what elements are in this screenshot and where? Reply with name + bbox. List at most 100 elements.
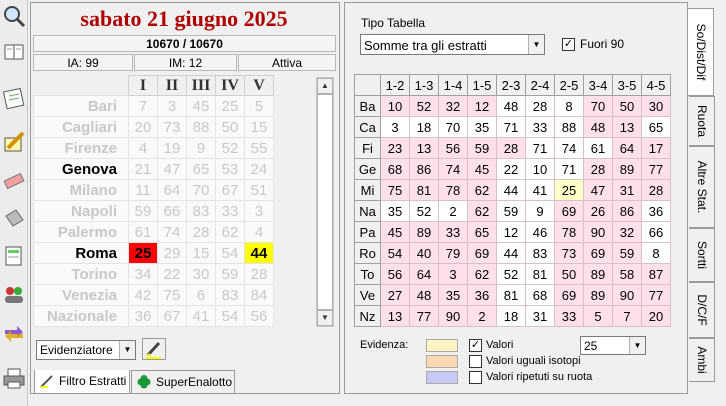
matrix-cell[interactable]: 65	[467, 221, 497, 243]
matrix-cell[interactable]: 48	[496, 95, 526, 117]
matrix-cell[interactable]: 78	[554, 221, 584, 243]
eraser-icon[interactable]	[2, 168, 26, 192]
estratto-cell[interactable]: 25	[215, 95, 245, 117]
tab-superenalotto[interactable]: SuperEnalotto	[131, 370, 235, 394]
estratto-cell-highlighted[interactable]: 44	[244, 242, 274, 264]
estratto-cell[interactable]: 4	[128, 137, 158, 159]
estratto-cell[interactable]: 61	[128, 221, 158, 243]
matrix-cell[interactable]: 89	[409, 221, 439, 243]
matrix-cell[interactable]: 26	[583, 200, 613, 222]
estratto-cell[interactable]: 75	[157, 284, 187, 306]
matrix-cell[interactable]: 59	[612, 242, 642, 264]
vertical-scrollbar[interactable]: ▲ ▼	[316, 77, 334, 327]
estratto-cell[interactable]: 52	[215, 137, 245, 159]
estratto-cell[interactable]: 88	[186, 116, 216, 138]
matrix-cell[interactable]: 69	[554, 284, 584, 306]
tab-sortti[interactable]: Sortti	[689, 228, 715, 282]
matrix-cell[interactable]: 64	[612, 137, 642, 159]
isotopi-color-swatch[interactable]	[426, 355, 458, 368]
estratto-cell[interactable]: 56	[244, 305, 274, 327]
matrix-cell[interactable]: 28	[496, 137, 526, 159]
estratto-cell[interactable]: 51	[244, 179, 274, 201]
estratto-cell[interactable]: 20	[128, 116, 158, 138]
matrix-cell[interactable]: 13	[380, 305, 410, 327]
document-icon[interactable]	[2, 244, 26, 268]
matrix-cell[interactable]: 17	[641, 137, 671, 159]
estratto-cell[interactable]: 64	[157, 179, 187, 201]
estratto-cell[interactable]: 5	[244, 95, 274, 117]
estratto-cell[interactable]: 83	[215, 284, 245, 306]
matrix-cell[interactable]: 28	[583, 158, 613, 180]
matrix-cell[interactable]: 31	[525, 305, 555, 327]
matrix-cell[interactable]: 10	[525, 158, 555, 180]
matrix-cell[interactable]: 27	[380, 284, 410, 306]
matrix-cell[interactable]: 59	[467, 137, 497, 159]
tab-filtro-estratti[interactable]: Filtro Estratti	[34, 370, 130, 394]
matrix-cell[interactable]: 12	[496, 221, 526, 243]
estratti-row-genova[interactable]: Genova 21 47 65 53 24	[33, 158, 274, 180]
matrix-cell[interactable]: 48	[583, 116, 613, 138]
matrix-cell[interactable]: 44	[496, 242, 526, 264]
matrix-cell[interactable]: 32	[612, 221, 642, 243]
matrix-cell[interactable]: 30	[641, 95, 671, 117]
estratto-cell[interactable]: 28	[244, 263, 274, 285]
estratti-row-firenze[interactable]: Firenze 4 19 9 52 55	[33, 137, 274, 159]
estratto-cell-highlighted[interactable]: 25	[128, 242, 158, 264]
matrix-cell[interactable]: 61	[583, 137, 613, 159]
fuori90-checkbox[interactable]: ✓	[562, 38, 575, 51]
matrix-cell[interactable]: 28	[525, 95, 555, 117]
evidenziatore-dropdown[interactable]: Evidenziatore ▼	[36, 340, 136, 360]
estratto-cell[interactable]: 50	[215, 116, 245, 138]
estratti-row-roma[interactable]: Roma 25 29 15 54 44	[33, 242, 274, 264]
estratto-cell[interactable]: 83	[186, 200, 216, 222]
estratti-row-napoli[interactable]: Napoli 59 66 83 33 3	[33, 200, 274, 222]
matrix-cell[interactable]: 81	[409, 179, 439, 201]
chevron-down-icon[interactable]: ▼	[119, 341, 135, 359]
estratto-cell[interactable]: 4	[244, 221, 274, 243]
estratto-cell[interactable]: 74	[157, 221, 187, 243]
pencil-note-icon[interactable]	[2, 130, 26, 154]
book-icon[interactable]	[2, 40, 26, 64]
estratto-cell[interactable]: 45	[186, 95, 216, 117]
estratto-cell[interactable]: 42	[128, 284, 158, 306]
matrix-cell[interactable]: 8	[554, 95, 584, 117]
matrix-cell[interactable]: 35	[438, 284, 468, 306]
estratto-cell[interactable]: 3	[244, 200, 274, 222]
estratto-cell[interactable]: 73	[157, 116, 187, 138]
people-icon[interactable]	[2, 282, 26, 306]
matrix-cell[interactable]: 70	[438, 116, 468, 138]
estratto-cell[interactable]: 41	[186, 305, 216, 327]
matrix-cell[interactable]: 69	[467, 242, 497, 264]
estratti-row-nazionale[interactable]: Nazionale 36 67 41 54 56	[33, 305, 274, 327]
matrix-cell[interactable]: 89	[612, 158, 642, 180]
estratto-cell[interactable]: 84	[244, 284, 274, 306]
matrix-cell[interactable]: 40	[409, 242, 439, 264]
matrix-cell[interactable]: 89	[583, 263, 613, 285]
estratto-cell[interactable]: 34	[128, 263, 158, 285]
matrix-cell[interactable]: 90	[583, 221, 613, 243]
matrix-cell[interactable]: 81	[525, 263, 555, 285]
isotopi-checkbox[interactable]	[469, 355, 482, 368]
matrix-cell[interactable]: 13	[409, 137, 439, 159]
matrix-cell[interactable]: 3	[380, 116, 410, 138]
matrix-cell[interactable]: 10	[380, 95, 410, 117]
matrix-cell[interactable]: 81	[496, 284, 526, 306]
valori-dropdown[interactable]: 25 ▼	[580, 336, 646, 355]
estratto-cell[interactable]: 9	[186, 137, 216, 159]
matrix-cell[interactable]: 54	[380, 242, 410, 264]
estratto-cell[interactable]: 22	[157, 263, 187, 285]
matrix-cell[interactable]: 20	[641, 305, 671, 327]
tab-altre-stat[interactable]: Altre Stat.	[689, 146, 715, 228]
matrix-cell[interactable]: 47	[583, 179, 613, 201]
estratto-cell[interactable]: 67	[215, 179, 245, 201]
estratto-cell[interactable]: 65	[186, 158, 216, 180]
matrix-cell[interactable]: 68	[380, 158, 410, 180]
scroll-down-icon[interactable]: ▼	[317, 310, 333, 326]
matrix-cell[interactable]: 77	[641, 158, 671, 180]
estratto-cell[interactable]: 24	[244, 158, 274, 180]
matrix-cell[interactable]: 32	[438, 95, 468, 117]
tipo-tabella-dropdown[interactable]: Somme tra gli estratti ▼	[360, 34, 545, 55]
matrix-cell[interactable]: 70	[583, 95, 613, 117]
matrix-cell[interactable]: 52	[409, 95, 439, 117]
notepad-icon[interactable]	[2, 86, 26, 110]
